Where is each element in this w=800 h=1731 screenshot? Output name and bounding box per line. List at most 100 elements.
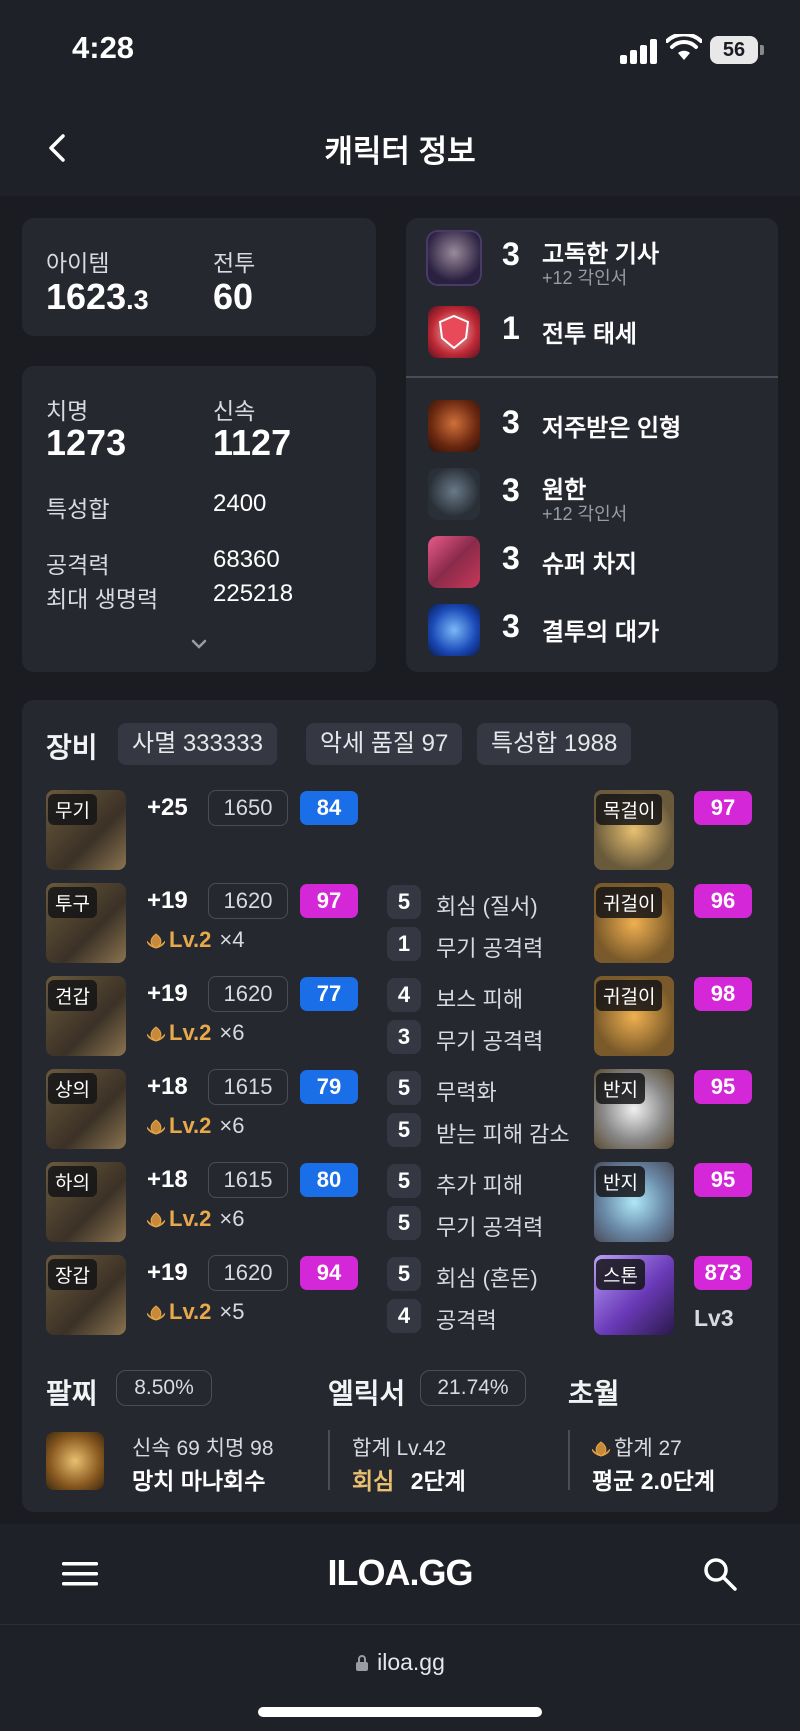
- battery-icon: 56: [710, 36, 764, 64]
- option-level: 5: [387, 1164, 421, 1198]
- crit-value: 1273: [46, 422, 127, 463]
- accessory-quality-badge: 873: [694, 1256, 752, 1290]
- gear-elixir: Lv.2 ×6: [147, 1020, 244, 1046]
- gear-enhancement: +19: [147, 980, 188, 1007]
- attack-label: 공격력: [46, 552, 110, 578]
- browser-url-bar[interactable]: iloa.gg: [0, 1624, 800, 1731]
- gear-quality-badge: 77: [300, 977, 358, 1011]
- gear-item-level: 1615: [208, 1069, 288, 1105]
- bracelet-stats: 신속 69 치명 98: [132, 1437, 274, 1460]
- engraving-book-bonus: +12 각인서: [542, 504, 628, 524]
- gear-slot-tag: 투구: [48, 887, 97, 918]
- divider: [328, 1430, 330, 1490]
- chevron-down-icon[interactable]: [190, 638, 208, 650]
- accessory-icon[interactable]: 귀걸이: [594, 883, 674, 963]
- engraving-item[interactable]: 3 고독한 기사 +12 각인서: [406, 226, 776, 288]
- gear-item-level: 1620: [208, 883, 288, 919]
- grudge-beast-icon: [428, 468, 480, 520]
- engraving-level: 3: [502, 608, 520, 644]
- option-level: 5: [387, 885, 421, 919]
- gear-item-level: 1620: [208, 976, 288, 1012]
- engraving-name: 결투의 대가: [542, 619, 660, 646]
- gear-slot-tag: 장갑: [48, 1259, 97, 1290]
- site-logo[interactable]: ILOA.GG: [0, 1552, 800, 1594]
- bottom-nav: ILOA.GG: [0, 1524, 800, 1624]
- engraving-item[interactable]: 3 결투의 대가: [406, 598, 776, 658]
- swift-value: 1127: [213, 422, 292, 463]
- option-level: 1: [387, 927, 421, 961]
- crit-label: 치명: [46, 398, 89, 424]
- engraving-name: 슈퍼 차지: [542, 551, 637, 578]
- bracelet-effects: 망치 마나회수: [132, 1468, 266, 1494]
- option-level: 5: [387, 1257, 421, 1291]
- url-display[interactable]: iloa.gg: [0, 1649, 800, 1676]
- combat-level-value: 60: [213, 276, 254, 317]
- gear-slot-icon[interactable]: 무기: [46, 790, 126, 870]
- divider: [568, 1430, 570, 1490]
- gear-slot-icon[interactable]: 투구: [46, 883, 126, 963]
- accessory-icon[interactable]: 스톤: [594, 1255, 674, 1335]
- engraving-level: 3: [502, 540, 520, 576]
- gear-slot-tag: 상의: [48, 1073, 97, 1104]
- stone-level: Lv3: [694, 1305, 734, 1331]
- engraving-item[interactable]: 1 전투 태세: [406, 300, 776, 360]
- gear-slot-tag: 하의: [48, 1166, 97, 1197]
- gear-slot-icon[interactable]: 견갑: [46, 976, 126, 1056]
- gear-enhancement: +19: [147, 1259, 188, 1286]
- leaf-icon: [147, 933, 165, 949]
- stats-card: 치명 1273 신속 1127 특성합 2400 공격력 68360 최대 생명…: [22, 366, 376, 672]
- gear-slot-icon[interactable]: 상의: [46, 1069, 126, 1149]
- elixir-set: 회심 2단계: [352, 1468, 466, 1494]
- knight-portrait-icon: [428, 232, 480, 284]
- option-name: 받는 피해 감소: [436, 1122, 570, 1147]
- shield-stance-icon: [428, 306, 480, 358]
- accessory-icon[interactable]: 반지: [594, 1069, 674, 1149]
- gear-slot-icon[interactable]: 장갑: [46, 1255, 126, 1335]
- engraving-level: 3: [502, 472, 520, 508]
- bracelet-icon[interactable]: [46, 1432, 104, 1490]
- option-level: 5: [387, 1206, 421, 1240]
- accessory-slot-tag: 스톤: [596, 1259, 645, 1290]
- engraving-item[interactable]: 3 저주받은 인형: [406, 394, 776, 454]
- option-name: 회심 (질서): [436, 894, 538, 919]
- option-name: 무력화: [436, 1080, 497, 1105]
- accessory-quality-badge: 96: [694, 884, 752, 918]
- gear-elixir: Lv.2 ×5: [147, 1299, 244, 1325]
- option-name: 공격력: [436, 1308, 497, 1333]
- search-icon[interactable]: [702, 1556, 738, 1592]
- swift-label: 신속: [213, 398, 256, 424]
- accessory-icon[interactable]: 반지: [594, 1162, 674, 1242]
- item-level-label: 아이템: [46, 250, 110, 276]
- engraving-item[interactable]: 3 원한 +12 각인서: [406, 462, 776, 524]
- gear-quality-badge: 97: [300, 884, 358, 918]
- accessory-quality-badge: 95: [694, 1163, 752, 1197]
- gear-enhancement: +18: [147, 1073, 188, 1100]
- accessory-quality-badge: 97: [694, 791, 752, 825]
- option-level: 3: [387, 1020, 421, 1054]
- elixir-title: 엘릭서: [328, 1378, 406, 1409]
- item-level-value: 1623.3: [46, 276, 149, 317]
- leaf-icon: [147, 1212, 165, 1228]
- engraving-level: 3: [502, 236, 520, 272]
- option-name: 무기 공격력: [436, 1215, 544, 1240]
- accessory-slot-tag: 반지: [596, 1073, 645, 1104]
- wifi-icon: [666, 34, 702, 60]
- chip-annihilation: 사멸 333333: [118, 723, 277, 765]
- gear-quality-badge: 94: [300, 1256, 358, 1290]
- option-name: 회심 (혼돈): [436, 1266, 538, 1291]
- elixir-percent: 21.74%: [420, 1370, 526, 1406]
- accessory-icon[interactable]: 귀걸이: [594, 976, 674, 1056]
- trait-sum-label: 특성합: [46, 496, 110, 522]
- duel-master-icon: [428, 604, 480, 656]
- gear-quality-badge: 84: [300, 791, 358, 825]
- gear-slot-icon[interactable]: 하의: [46, 1162, 126, 1242]
- lock-icon: [356, 1655, 369, 1671]
- leaf-icon: [592, 1441, 610, 1457]
- max-hp-label: 최대 생명력: [46, 586, 159, 612]
- engraving-name: 저주받은 인형: [542, 415, 682, 442]
- engraving-item[interactable]: 3 슈퍼 차지: [406, 530, 776, 590]
- transcend-average: 평균 2.0단계: [592, 1468, 716, 1494]
- gear-enhancement: +25: [147, 794, 188, 821]
- accessory-icon[interactable]: 목걸이: [594, 790, 674, 870]
- item-level-card: 아이템 1623.3 전투 60: [22, 218, 376, 336]
